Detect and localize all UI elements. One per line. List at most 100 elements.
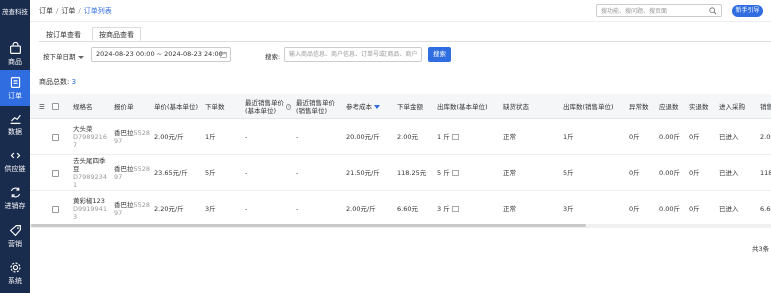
order-amount: 6.60元: [397, 205, 418, 213]
checkbox[interactable]: [52, 133, 59, 141]
recent-price-sale: -: [296, 205, 299, 213]
column-settings-icon[interactable]: ☰: [39, 94, 45, 119]
abnormal-qty: 0斤: [629, 133, 640, 141]
checkbox[interactable]: [52, 205, 59, 213]
product-total: 商品总数: 3: [39, 77, 76, 87]
out-base-value: 5 斤: [437, 169, 450, 177]
quote-code: 5528: [133, 165, 151, 173]
col-ref-cost-label: 参考成本: [346, 102, 372, 111]
quote-code: 97: [114, 137, 123, 145]
col-purchase: 进入采购: [719, 102, 745, 111]
recent-price-sale: -: [296, 169, 299, 177]
sidebar-item-inventory[interactable]: 进销存: [0, 180, 30, 216]
chart-icon: [10, 114, 21, 124]
spec-code: D9919941: [73, 205, 107, 213]
divider: [39, 41, 771, 42]
sidebar-item-label: 订单: [8, 91, 22, 100]
out-base-value: 3 斤: [437, 205, 450, 213]
col-ref-cost[interactable]: 参考成本: [346, 94, 380, 119]
order-amount: 118.25元: [397, 169, 427, 177]
col-recent-price-base-label: 最近销售单价(基本单位): [245, 98, 284, 115]
sidebar-item-system[interactable]: 系统: [0, 255, 30, 291]
col-order-qty: 下单数: [205, 102, 225, 111]
out-base: 5 斤: [437, 155, 459, 191]
quote-code: 97: [114, 209, 123, 217]
filter-bar: 按下单日期 2024-08-23 00:00 ~ 2024-08-23 24:0…: [39, 47, 771, 63]
unit-price: 23.65元/斤: [154, 169, 188, 177]
chevron-down-icon: [77, 55, 84, 59]
select-all-checkbox[interactable]: [52, 94, 59, 119]
pagination-total: 共3条: [752, 245, 770, 253]
spec-name-text: 大头菜: [73, 125, 93, 133]
help-icon[interactable]: ?: [286, 103, 291, 110]
sidebar-item-label: 供应链: [4, 164, 26, 173]
quote-code: 97: [114, 173, 123, 181]
spec-name: 黄彩椒123 D9919941 3: [73, 191, 107, 225]
search-button[interactable]: 搜索: [428, 47, 451, 62]
row-checkbox-cell[interactable]: [52, 155, 59, 191]
search-icon[interactable]: [709, 6, 717, 15]
stock-status: 正常: [503, 169, 516, 177]
tab-by-product[interactable]: 按商品查看: [92, 27, 141, 41]
col-returned: 实退数: [689, 102, 709, 111]
global-search-input[interactable]: 搜功能、搜问题、搜页面: [596, 4, 722, 17]
edit-box-icon[interactable]: [451, 170, 459, 176]
edit-box-icon[interactable]: [451, 206, 459, 212]
sort-icon[interactable]: [374, 104, 380, 109]
col-out-base: 出库数(基本单位): [437, 102, 488, 111]
table-header: ☰ 规格名 报价单 单价(基本单位) 下单数 最近销售单价(基本单位)? 最近销…: [30, 94, 771, 119]
date-type-select[interactable]: 按下单日期: [43, 51, 84, 61]
purchase-status: 已进入: [719, 133, 739, 141]
order-amount: 2.00元: [397, 133, 418, 141]
out-base: 1 斤: [437, 119, 459, 155]
spec-code: 7: [73, 141, 78, 149]
top-header: 订单 / 订单 / 订单列表 搜功能、搜问题、搜页面 新手引导: [30, 0, 771, 22]
order-qty: 5斤: [205, 169, 216, 177]
breadcrumb-item[interactable]: 订单: [61, 7, 75, 15]
row-checkbox-cell[interactable]: [52, 119, 59, 155]
ref-cost: 21.50元/斤: [346, 169, 380, 177]
sale-value: 6.60: [760, 205, 771, 213]
date-type-label: 按下单日期: [43, 53, 76, 61]
recent-price-base: -: [245, 133, 248, 141]
sidebar-item-orders[interactable]: 订单: [0, 70, 30, 106]
col-stock-status: 缺货状态: [503, 102, 529, 111]
recent-price-base: -: [245, 169, 248, 177]
sidebar-item-label: 进销存: [4, 201, 26, 210]
unit-price: 2.20元/斤: [154, 205, 184, 213]
should-return-qty: 0.00斤: [659, 133, 680, 141]
sidebar-item-data[interactable]: 数据: [0, 106, 30, 142]
order-qty: 3斤: [205, 205, 216, 213]
ref-cost: 2.00元/斤: [346, 205, 376, 213]
tab-by-order[interactable]: 按订单查看: [39, 27, 88, 41]
checkbox[interactable]: [52, 169, 59, 177]
out-sale: 1斤: [563, 133, 574, 141]
sidebar-item-label: 数据: [8, 127, 22, 136]
row-checkbox-cell[interactable]: [52, 191, 59, 225]
abnormal-qty: 0斤: [629, 169, 640, 177]
spec-code: D7989216: [73, 133, 107, 141]
date-range-picker[interactable]: 2024-08-23 00:00 ~ 2024-08-23 24:00: [91, 47, 231, 62]
spec-name-text: 豆: [73, 165, 80, 173]
spec-code: 1: [73, 181, 78, 189]
sidebar-item-supply-chain[interactable]: 供应链: [0, 143, 30, 179]
product-total-count: 3: [71, 78, 77, 86]
sidebar-item-products[interactable]: 商品: [0, 36, 30, 72]
unit-price: 2.00元/斤: [154, 133, 184, 141]
horizontal-scrollbar[interactable]: [30, 224, 771, 228]
quote-code: 5528: [133, 201, 151, 209]
returned-qty: 0斤: [689, 169, 700, 177]
checkbox[interactable]: [52, 103, 59, 110]
scrollbar-thumb[interactable]: [31, 224, 586, 227]
breadcrumb-item[interactable]: 订单: [39, 7, 53, 15]
col-out-sale: 出库数(销售单位): [563, 102, 614, 111]
should-return-qty: 0.00斤: [659, 205, 680, 213]
product-total-label: 商品总数:: [39, 78, 70, 86]
sale-value: 2.00: [760, 133, 771, 141]
search-input[interactable]: 输入商品信息、商户信息、订单号或[商品、商户: [284, 47, 422, 62]
edit-box-icon[interactable]: [451, 134, 459, 140]
sidebar-item-marketing[interactable]: 营销: [0, 218, 30, 254]
spec-name: 大头菜 D7989216 7: [73, 119, 107, 155]
global-search-placeholder: 搜功能、搜问题、搜页面: [601, 8, 668, 15]
guide-button[interactable]: 新手引导: [732, 5, 763, 17]
